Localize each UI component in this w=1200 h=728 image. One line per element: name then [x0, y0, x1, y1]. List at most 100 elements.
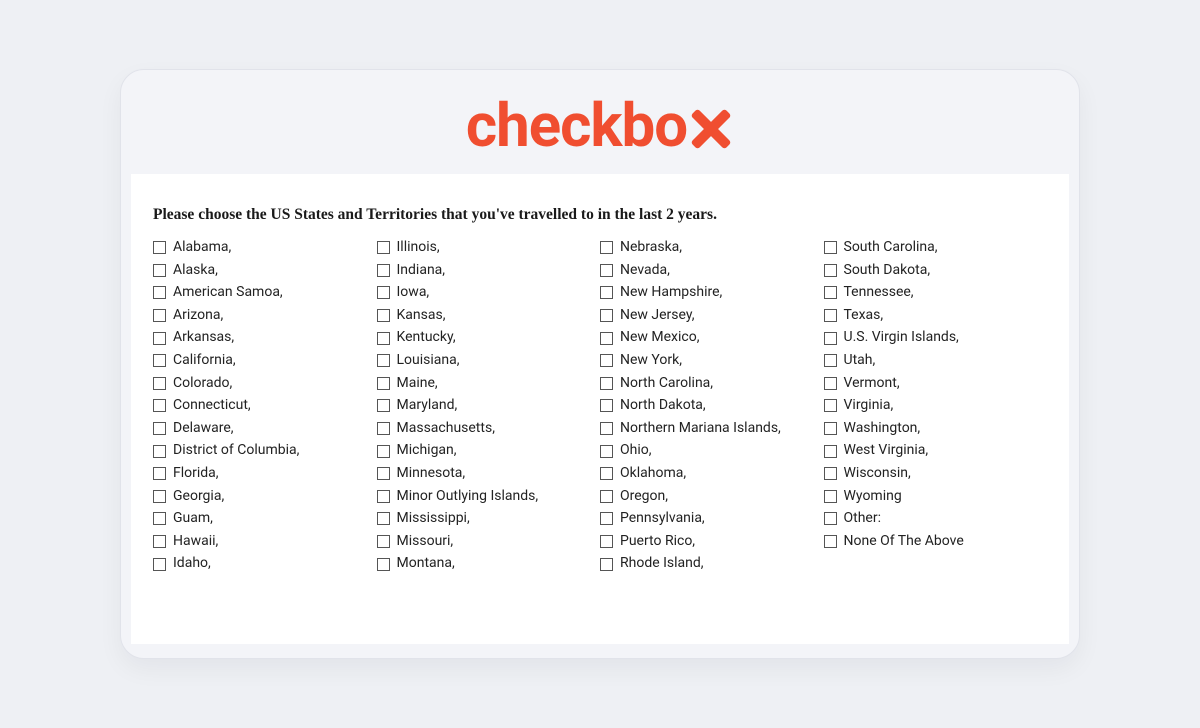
- checkbox-icon[interactable]: [377, 558, 390, 571]
- checkbox-icon[interactable]: [377, 422, 390, 435]
- option-item[interactable]: West Virginia,: [824, 441, 1048, 461]
- option-item[interactable]: Maine,: [377, 374, 601, 394]
- option-item[interactable]: Indiana,: [377, 261, 601, 281]
- checkbox-icon[interactable]: [824, 422, 837, 435]
- option-item[interactable]: North Carolina,: [600, 374, 824, 394]
- option-item[interactable]: Idaho,: [153, 554, 377, 574]
- option-item[interactable]: Kansas,: [377, 306, 601, 326]
- checkbox-icon[interactable]: [153, 490, 166, 503]
- option-item[interactable]: Ohio,: [600, 441, 824, 461]
- option-item[interactable]: None Of The Above: [824, 532, 1048, 552]
- option-item[interactable]: Oregon,: [600, 487, 824, 507]
- checkbox-icon[interactable]: [377, 445, 390, 458]
- checkbox-icon[interactable]: [600, 332, 613, 345]
- option-item[interactable]: Oklahoma,: [600, 464, 824, 484]
- checkbox-icon[interactable]: [377, 512, 390, 525]
- option-item[interactable]: Minor Outlying Islands,: [377, 487, 601, 507]
- checkbox-icon[interactable]: [824, 354, 837, 367]
- checkbox-icon[interactable]: [824, 286, 837, 299]
- checkbox-icon[interactable]: [824, 264, 837, 277]
- checkbox-icon[interactable]: [600, 490, 613, 503]
- checkbox-icon[interactable]: [153, 558, 166, 571]
- option-item[interactable]: Tennessee,: [824, 283, 1048, 303]
- checkbox-icon[interactable]: [600, 399, 613, 412]
- checkbox-icon[interactable]: [600, 309, 613, 322]
- checkbox-icon[interactable]: [600, 535, 613, 548]
- option-item[interactable]: Michigan,: [377, 441, 601, 461]
- checkbox-icon[interactable]: [600, 377, 613, 390]
- option-item[interactable]: Alabama,: [153, 238, 377, 258]
- option-item[interactable]: Other:: [824, 509, 1048, 529]
- checkbox-icon[interactable]: [377, 286, 390, 299]
- checkbox-icon[interactable]: [153, 264, 166, 277]
- checkbox-icon[interactable]: [377, 399, 390, 412]
- option-item[interactable]: Maryland,: [377, 396, 601, 416]
- checkbox-icon[interactable]: [600, 422, 613, 435]
- checkbox-icon[interactable]: [600, 512, 613, 525]
- option-item[interactable]: Missouri,: [377, 532, 601, 552]
- option-item[interactable]: Puerto Rico,: [600, 532, 824, 552]
- option-item[interactable]: Arkansas,: [153, 328, 377, 348]
- checkbox-icon[interactable]: [153, 309, 166, 322]
- option-item[interactable]: Texas,: [824, 306, 1048, 326]
- checkbox-icon[interactable]: [153, 377, 166, 390]
- checkbox-icon[interactable]: [377, 309, 390, 322]
- option-item[interactable]: Delaware,: [153, 419, 377, 439]
- option-item[interactable]: Georgia,: [153, 487, 377, 507]
- checkbox-icon[interactable]: [153, 399, 166, 412]
- checkbox-icon[interactable]: [153, 241, 166, 254]
- checkbox-icon[interactable]: [153, 445, 166, 458]
- option-item[interactable]: Mississippi,: [377, 509, 601, 529]
- option-item[interactable]: Colorado,: [153, 374, 377, 394]
- option-item[interactable]: New Jersey,: [600, 306, 824, 326]
- option-item[interactable]: Nebraska,: [600, 238, 824, 258]
- option-item[interactable]: New York,: [600, 351, 824, 371]
- option-item[interactable]: U.S. Virgin Islands,: [824, 328, 1048, 348]
- option-item[interactable]: Kentucky,: [377, 328, 601, 348]
- option-item[interactable]: Wisconsin,: [824, 464, 1048, 484]
- checkbox-icon[interactable]: [153, 467, 166, 480]
- checkbox-icon[interactable]: [600, 445, 613, 458]
- checkbox-icon[interactable]: [153, 332, 166, 345]
- checkbox-icon[interactable]: [600, 241, 613, 254]
- checkbox-icon[interactable]: [824, 332, 837, 345]
- option-item[interactable]: Vermont,: [824, 374, 1048, 394]
- checkbox-icon[interactable]: [824, 377, 837, 390]
- option-item[interactable]: Arizona,: [153, 306, 377, 326]
- checkbox-icon[interactable]: [377, 354, 390, 367]
- option-item[interactable]: New Hampshire,: [600, 283, 824, 303]
- checkbox-icon[interactable]: [824, 490, 837, 503]
- checkbox-icon[interactable]: [377, 377, 390, 390]
- option-item[interactable]: Massachusetts,: [377, 419, 601, 439]
- option-item[interactable]: Minnesota,: [377, 464, 601, 484]
- option-item[interactable]: Montana,: [377, 554, 601, 574]
- checkbox-icon[interactable]: [824, 512, 837, 525]
- option-item[interactable]: South Carolina,: [824, 238, 1048, 258]
- option-item[interactable]: North Dakota,: [600, 396, 824, 416]
- option-item[interactable]: Wyoming: [824, 487, 1048, 507]
- checkbox-icon[interactable]: [600, 264, 613, 277]
- option-item[interactable]: South Dakota,: [824, 261, 1048, 281]
- option-item[interactable]: American Samoa,: [153, 283, 377, 303]
- checkbox-icon[interactable]: [824, 399, 837, 412]
- option-item[interactable]: Rhode Island,: [600, 554, 824, 574]
- checkbox-icon[interactable]: [377, 535, 390, 548]
- checkbox-icon[interactable]: [824, 467, 837, 480]
- checkbox-icon[interactable]: [377, 490, 390, 503]
- option-item[interactable]: Louisiana,: [377, 351, 601, 371]
- option-item[interactable]: District of Columbia,: [153, 441, 377, 461]
- option-item[interactable]: Northern Mariana Islands,: [600, 419, 824, 439]
- checkbox-icon[interactable]: [600, 286, 613, 299]
- checkbox-icon[interactable]: [153, 354, 166, 367]
- option-item[interactable]: Guam,: [153, 509, 377, 529]
- checkbox-icon[interactable]: [600, 467, 613, 480]
- checkbox-icon[interactable]: [600, 558, 613, 571]
- checkbox-icon[interactable]: [824, 309, 837, 322]
- option-item[interactable]: Nevada,: [600, 261, 824, 281]
- option-item[interactable]: Connecticut,: [153, 396, 377, 416]
- checkbox-icon[interactable]: [153, 535, 166, 548]
- checkbox-icon[interactable]: [377, 241, 390, 254]
- checkbox-icon[interactable]: [153, 286, 166, 299]
- option-item[interactable]: New Mexico,: [600, 328, 824, 348]
- option-item[interactable]: Pennsylvania,: [600, 509, 824, 529]
